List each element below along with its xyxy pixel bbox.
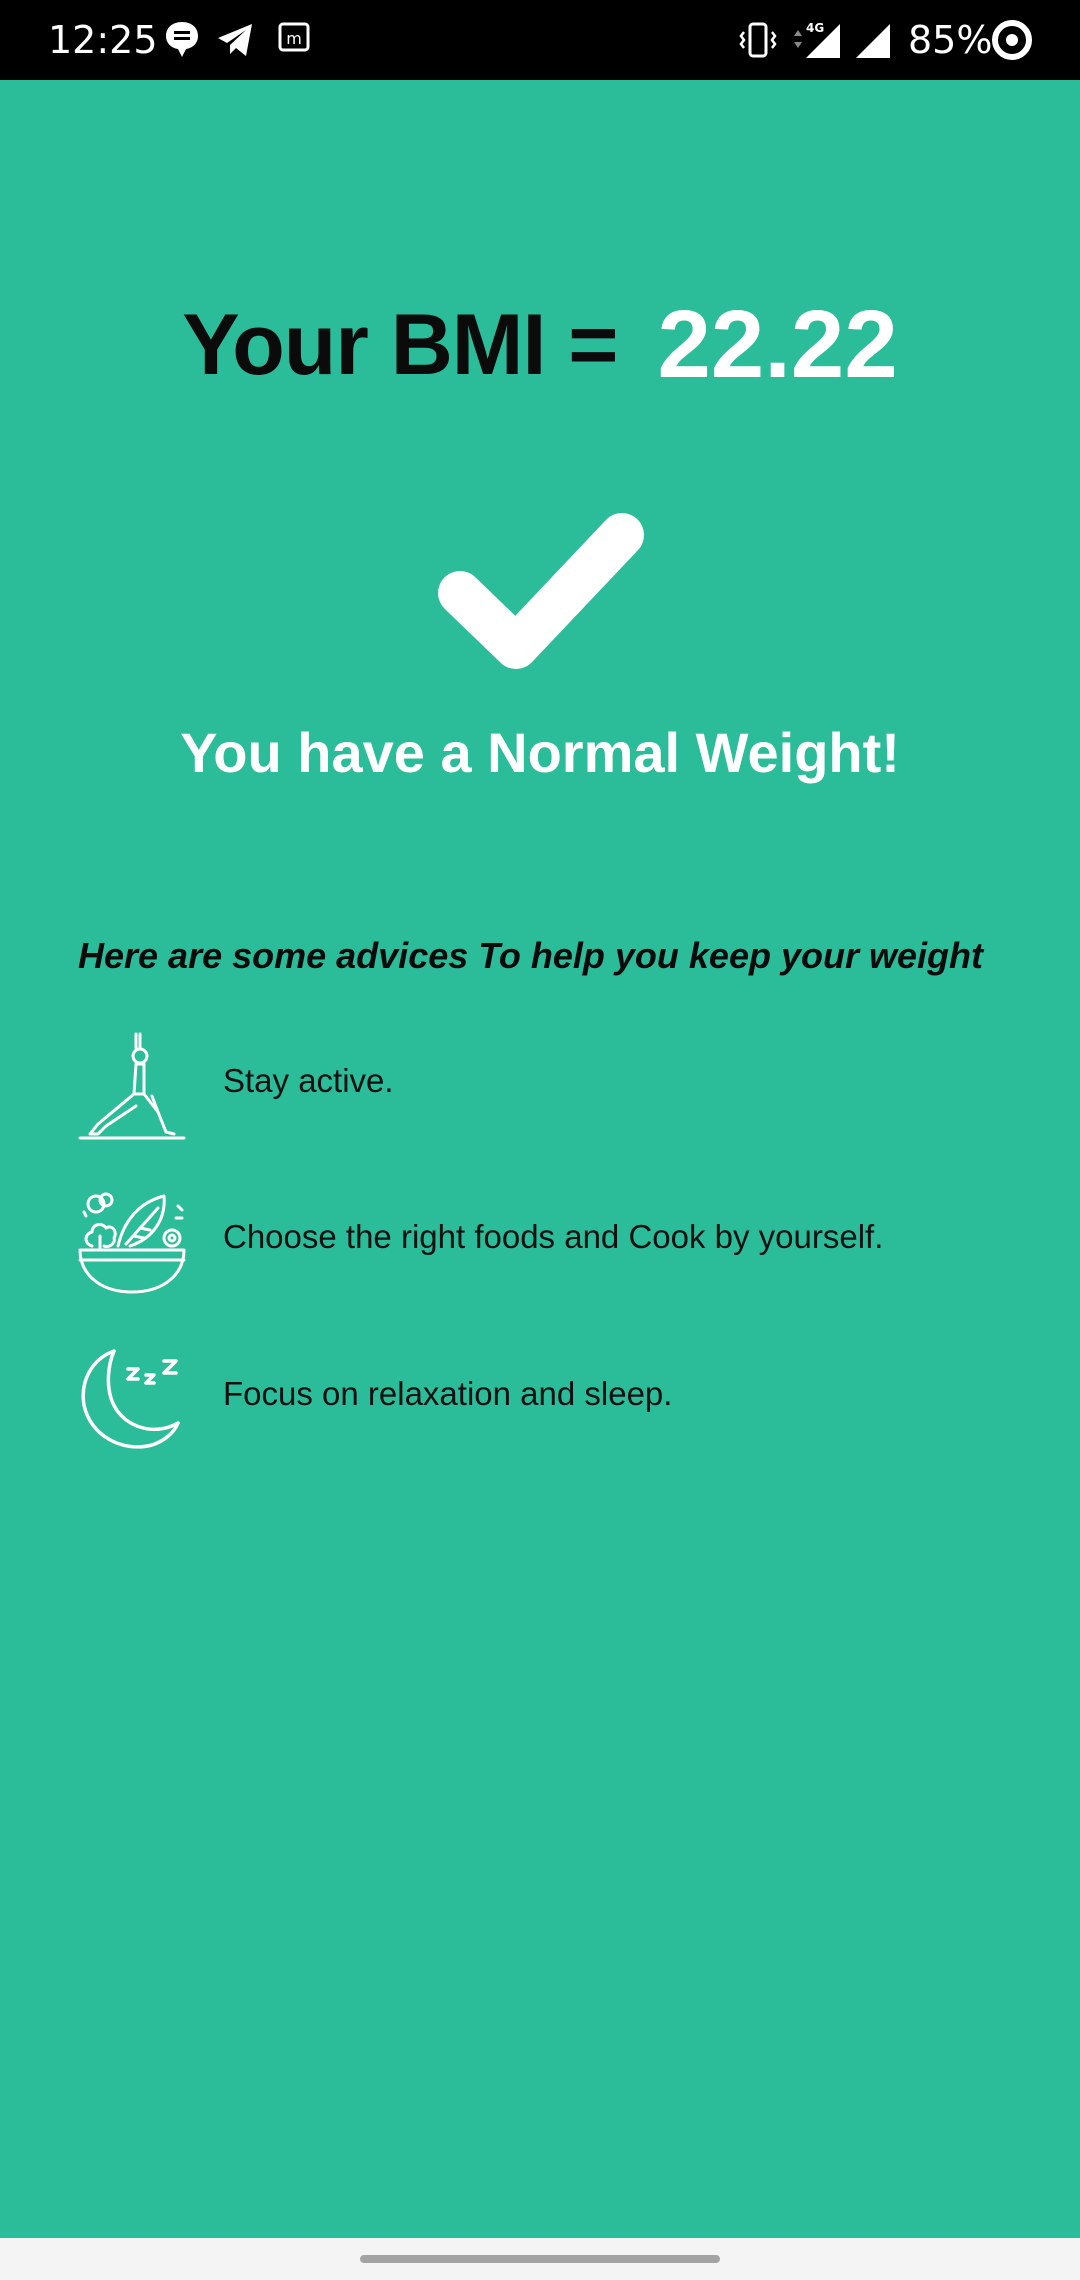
yoga-pose-icon bbox=[78, 1032, 186, 1140]
svg-text:m: m bbox=[286, 29, 302, 48]
advice-text: Stay active. bbox=[223, 1062, 394, 1099]
battery-percent: 85% bbox=[908, 18, 993, 62]
signal-icon bbox=[856, 24, 890, 58]
home-gesture-handle[interactable] bbox=[360, 2255, 720, 2263]
status-time: 12:25 bbox=[48, 18, 158, 62]
vibrate-icon bbox=[739, 22, 777, 58]
advice-text: Focus on relaxation and sleep. bbox=[223, 1375, 673, 1412]
status-bar: 12:25 m 4G 85% bbox=[0, 0, 1080, 80]
advice-item-relaxation: Focus on relaxation and sleep. bbox=[78, 1345, 1018, 1455]
svg-text:4G: 4G bbox=[806, 21, 824, 35]
checkmark-icon bbox=[438, 513, 644, 669]
result-text: You have a Normal Weight! bbox=[180, 721, 900, 784]
advice-item-stay-active: Stay active. bbox=[78, 1032, 1018, 1142]
bmi-label: Your BMI = bbox=[182, 296, 618, 393]
salad-bowl-icon bbox=[78, 1192, 186, 1294]
advice-text: Choose the right foods and Cook by yours… bbox=[223, 1218, 884, 1255]
app-m-icon: m bbox=[278, 22, 310, 52]
battery-ring-icon bbox=[992, 20, 1032, 60]
chat-bubble-icon bbox=[166, 22, 198, 57]
telegram-icon bbox=[218, 24, 252, 56]
moon-sleep-icon bbox=[81, 1349, 180, 1449]
bmi-row: Your BMI = 22.22 bbox=[0, 290, 1080, 400]
signal-4g-icon: 4G bbox=[794, 21, 840, 58]
advice-heading: Here are some advices To help you keep y… bbox=[78, 935, 983, 976]
advice-item-right-foods: Choose the right foods and Cook by yours… bbox=[78, 1188, 1018, 1298]
bmi-value: 22.22 bbox=[657, 291, 898, 398]
navigation-bar bbox=[0, 2238, 1080, 2280]
